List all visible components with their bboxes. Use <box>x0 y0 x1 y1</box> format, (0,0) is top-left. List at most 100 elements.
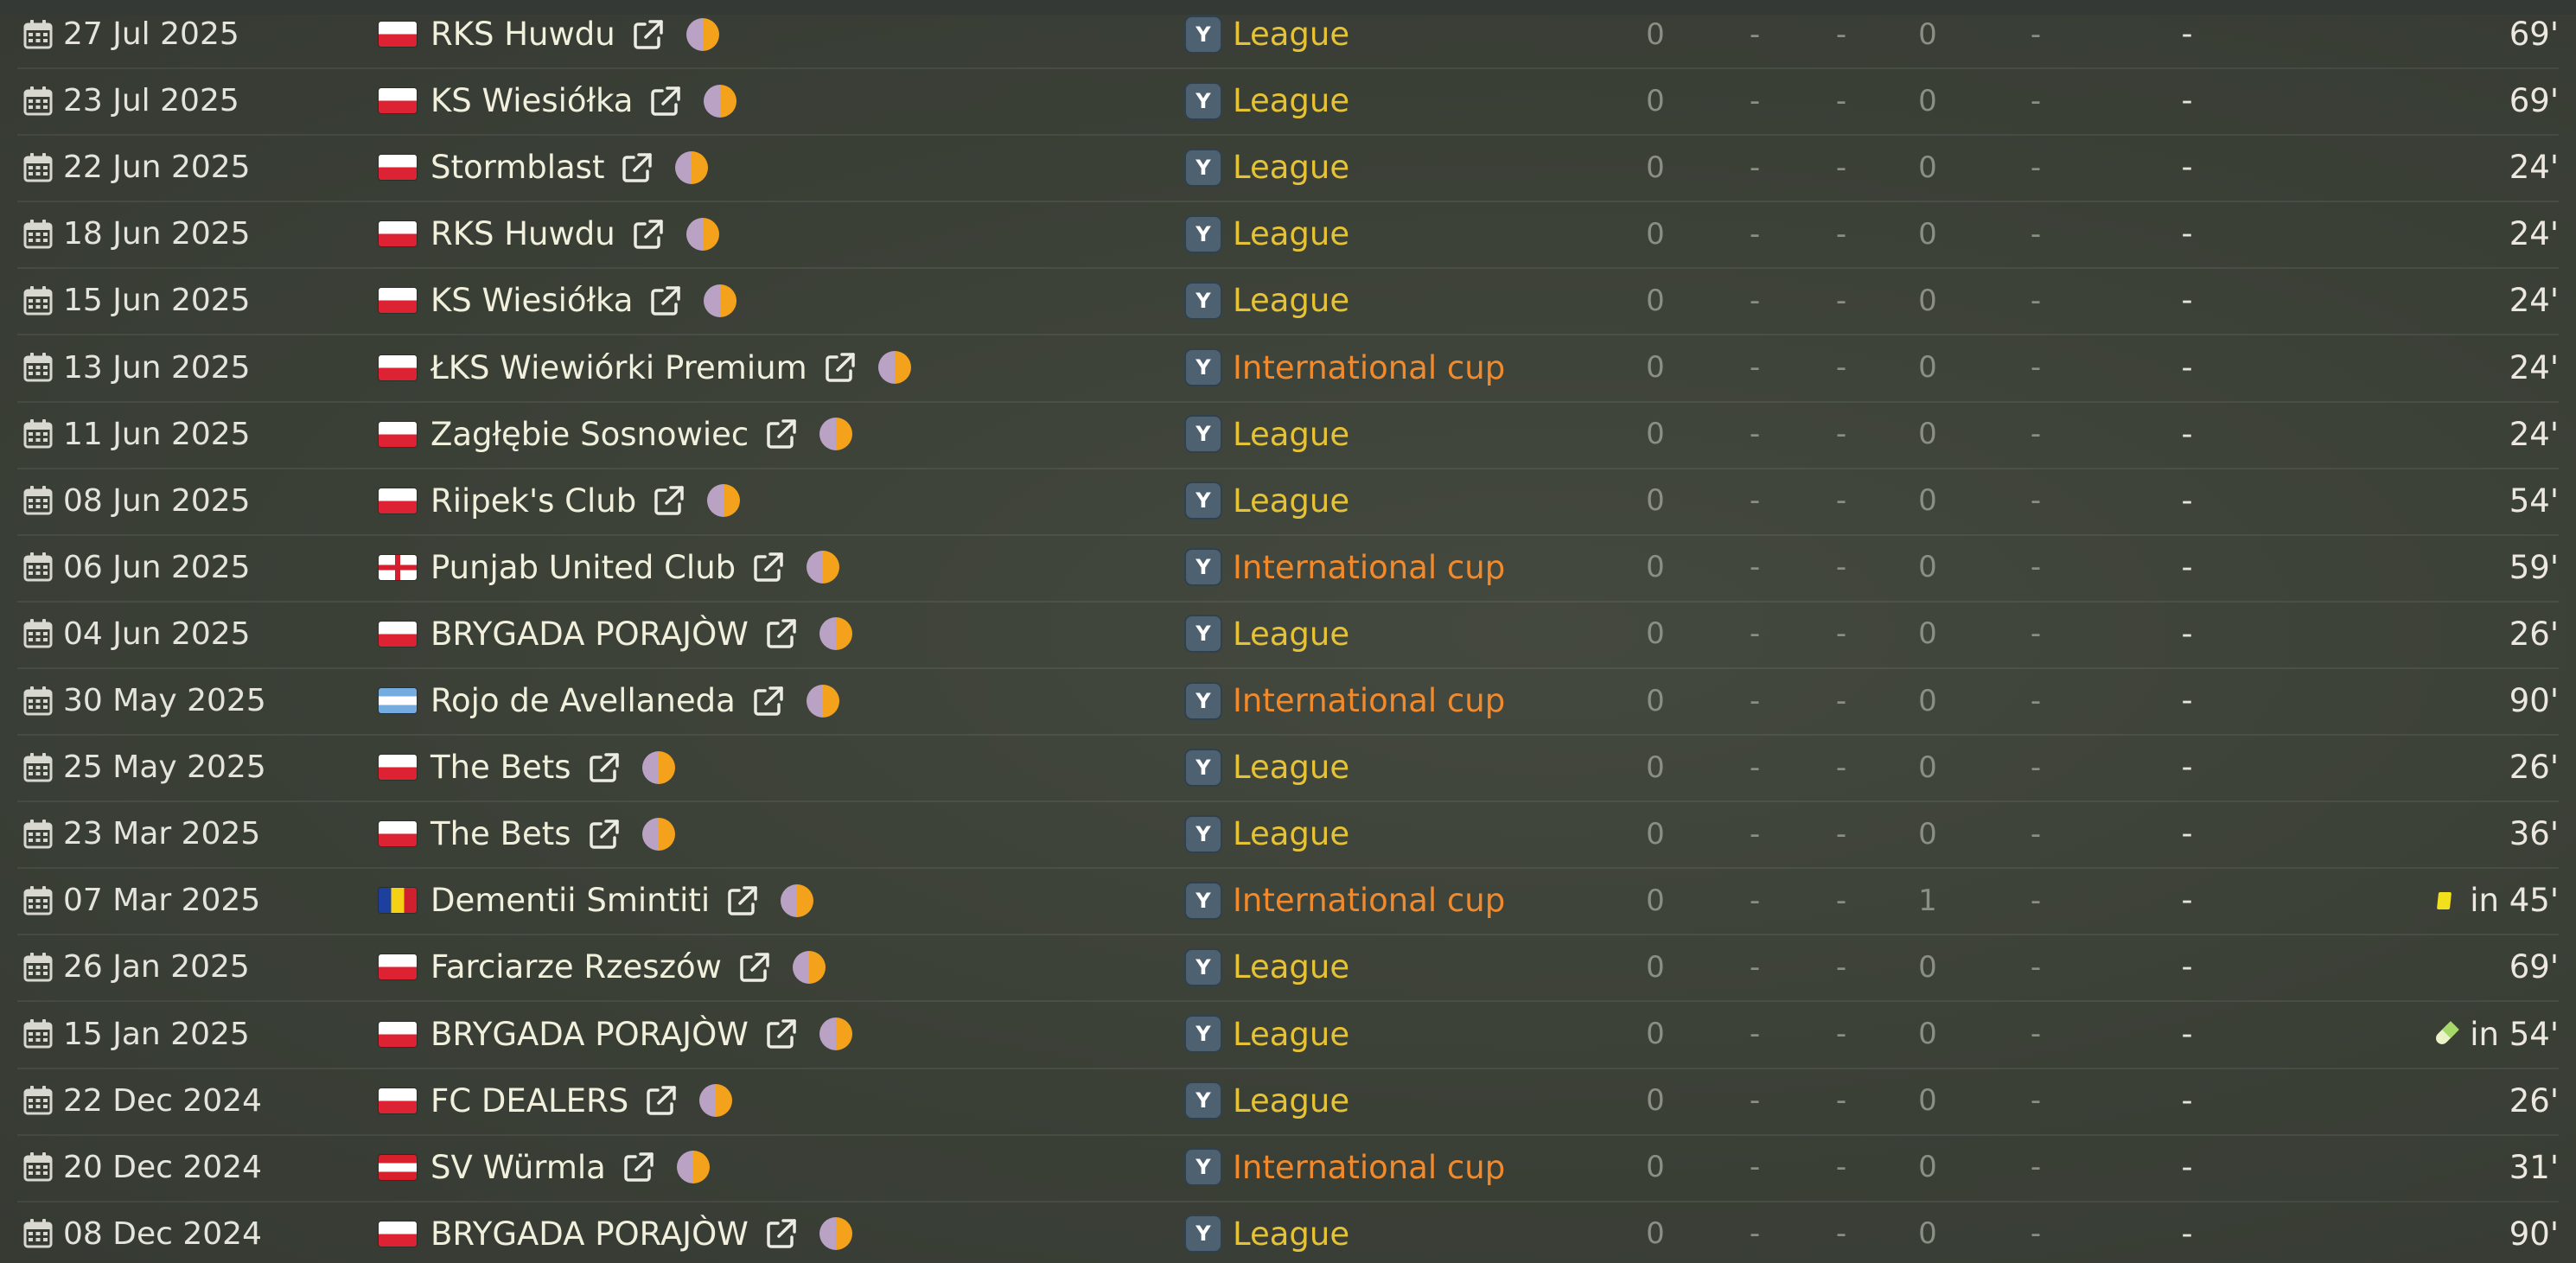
romania-flag-icon <box>379 867 417 934</box>
external-link-icon[interactable] <box>737 950 772 985</box>
table-row[interactable]: 30 May 2025 Rojo de Avellaneda Y Interna… <box>17 667 2559 736</box>
half-circle-icon <box>704 284 737 317</box>
stat-col-5: - <box>2030 883 2042 918</box>
opponent-club-link[interactable]: FC DEALERS <box>430 1082 628 1119</box>
external-link-icon[interactable] <box>652 483 686 518</box>
stat-col-5: - <box>2030 1083 2042 1119</box>
opponent-club-link[interactable]: Dementii Smintiti <box>430 882 710 919</box>
table-row[interactable]: 06 Jun 2025 Punjab United Club Y Interna… <box>17 534 2559 603</box>
table-row[interactable]: 15 Jun 2025 KS Wiesiółka Y League 0 - - … <box>17 267 2559 336</box>
opponent-club-link[interactable]: RKS Huwdu <box>430 16 615 53</box>
stat-col-4: 0 <box>1918 350 1937 385</box>
calendar-icon <box>21 468 55 534</box>
external-link-icon[interactable] <box>587 750 622 785</box>
stat-col-3: - <box>1835 949 1847 985</box>
stat-col-5: - <box>2030 350 2042 385</box>
opponent-club-link[interactable]: BRYGADA PORAJÒW <box>430 1215 749 1253</box>
calendar-icon <box>21 1134 55 1201</box>
table-row[interactable]: 23 Jul 2025 KS Wiesiółka Y League 0 - - … <box>17 67 2559 137</box>
table-row[interactable]: 08 Dec 2024 BRYGADA PORAJÒW Y League 0 -… <box>17 1201 2559 1263</box>
stat-col-1: 0 <box>1646 283 1665 318</box>
half-circle-icon <box>819 617 852 651</box>
external-link-icon[interactable] <box>620 150 654 185</box>
table-row[interactable]: 13 Jun 2025 ŁKS Wiewiórki Premium Y Inte… <box>17 335 2559 403</box>
stat-col-5: - <box>2030 949 2042 985</box>
external-link-icon[interactable] <box>751 550 786 584</box>
stat-col-5: - <box>2030 483 2042 519</box>
external-link-icon[interactable] <box>764 1216 799 1251</box>
opponent-club-link[interactable]: Zagłębie Sosnowiec <box>430 416 749 453</box>
table-row[interactable]: 25 May 2025 The Bets Y League 0 - - 0 - … <box>17 734 2559 803</box>
minutes-played: 69' <box>2509 16 2559 53</box>
external-link-icon[interactable] <box>751 684 786 718</box>
external-link-icon[interactable] <box>622 1150 656 1184</box>
stat-col-3: - <box>1835 483 1847 519</box>
stat-col-3: - <box>1835 216 1847 252</box>
stat-col-5: - <box>2030 750 2042 785</box>
external-link-icon[interactable] <box>764 616 799 651</box>
external-link-icon[interactable] <box>587 817 622 852</box>
poland-flag-icon <box>379 335 417 401</box>
opponent-club-link[interactable]: Punjab United Club <box>430 549 736 586</box>
table-row[interactable]: 22 Jun 2025 Stormblast Y League 0 - - 0 … <box>17 134 2559 203</box>
calendar-icon <box>21 1068 55 1134</box>
youth-badge-icon: Y <box>1184 934 1224 1000</box>
table-row[interactable]: 27 Jul 2025 RKS Huwdu Y League 0 - - 0 -… <box>17 1 2559 69</box>
table-row[interactable]: 07 Mar 2025 Dementii Smintiti Y Internat… <box>17 867 2559 936</box>
table-row[interactable]: 20 Dec 2024 SV Würmla Y International cu… <box>17 1134 2559 1202</box>
external-link-icon[interactable] <box>631 17 666 52</box>
table-row[interactable]: 22 Dec 2024 FC DEALERS Y League 0 - - 0 … <box>17 1068 2559 1136</box>
opponent-club-link[interactable]: The Bets <box>430 749 571 786</box>
opponent-club-link[interactable]: KS Wiesiółka <box>430 282 633 319</box>
table-row[interactable]: 26 Jan 2025 Farciarze Rzeszów Y League 0… <box>17 934 2559 1003</box>
opponent-club-link[interactable]: KS Wiesiółka <box>430 82 633 119</box>
opponent-club-link[interactable]: BRYGADA PORAJÒW <box>430 1016 749 1053</box>
stat-col-5: - <box>2030 1150 2042 1185</box>
match-date: 30 May 2025 <box>63 683 266 718</box>
half-circle-icon <box>685 17 719 51</box>
match-date: 23 Mar 2025 <box>63 816 261 852</box>
external-link-icon[interactable] <box>648 84 683 118</box>
opponent-club-link[interactable]: Rojo de Avellaneda <box>430 682 736 719</box>
competition-label: International cup <box>1233 882 1506 920</box>
stat-col-3: - <box>1835 16 1847 52</box>
external-link-icon[interactable] <box>823 350 858 385</box>
poland-flag-icon <box>379 267 417 334</box>
external-link-icon[interactable] <box>631 217 666 252</box>
table-row[interactable]: 08 Jun 2025 Riipek's Club Y League 0 - -… <box>17 468 2559 536</box>
stat-col-3: - <box>1835 683 1847 718</box>
table-row[interactable]: 15 Jan 2025 BRYGADA PORAJÒW Y League 0 -… <box>17 1001 2559 1069</box>
external-link-icon[interactable] <box>725 883 760 918</box>
opponent-club-link[interactable]: Stormblast <box>430 149 604 186</box>
opponent-club-link[interactable]: SV Würmla <box>430 1149 606 1186</box>
stat-col-6: - <box>2181 750 2193 786</box>
minutes-played: 54' <box>2509 482 2559 520</box>
stat-col-2: - <box>1749 483 1761 519</box>
opponent-club-link[interactable]: Farciarze Rzeszów <box>430 948 722 986</box>
opponent-club-link[interactable]: RKS Huwdu <box>430 215 615 252</box>
opponent-club-link[interactable]: BRYGADA PORAJÒW <box>430 616 749 653</box>
table-row[interactable]: 23 Mar 2025 The Bets Y League 0 - - 0 - … <box>17 801 2559 870</box>
opponent-club-link[interactable]: Riipek's Club <box>430 482 636 520</box>
stat-col-5: - <box>2030 83 2042 118</box>
minutes-played: 26' <box>2509 749 2559 787</box>
poland-flag-icon <box>379 601 417 667</box>
external-link-icon[interactable] <box>764 1017 799 1051</box>
table-row[interactable]: 04 Jun 2025 BRYGADA PORAJÒW Y League 0 -… <box>17 601 2559 669</box>
external-link-icon[interactable] <box>764 417 799 451</box>
poland-flag-icon <box>379 134 417 201</box>
opponent-club-link[interactable]: ŁKS Wiewiórki Premium <box>430 349 807 386</box>
table-row[interactable]: 11 Jun 2025 Zagłębie Sosnowiec Y League … <box>17 401 2559 469</box>
table-row[interactable]: 18 Jun 2025 RKS Huwdu Y League 0 - - 0 -… <box>17 201 2559 270</box>
stat-col-4: 0 <box>1918 750 1937 785</box>
stat-col-6: - <box>2181 683 2193 718</box>
stat-col-1: 0 <box>1646 350 1665 385</box>
stat-col-5: - <box>2030 216 2042 252</box>
stat-col-3: - <box>1835 283 1847 318</box>
external-link-icon[interactable] <box>644 1083 679 1118</box>
external-link-icon[interactable] <box>648 284 683 318</box>
opponent-club-link[interactable]: The Bets <box>430 815 571 852</box>
stat-col-4: 0 <box>1918 816 1937 852</box>
stat-col-3: - <box>1835 1150 1847 1185</box>
calendar-icon <box>21 801 55 867</box>
